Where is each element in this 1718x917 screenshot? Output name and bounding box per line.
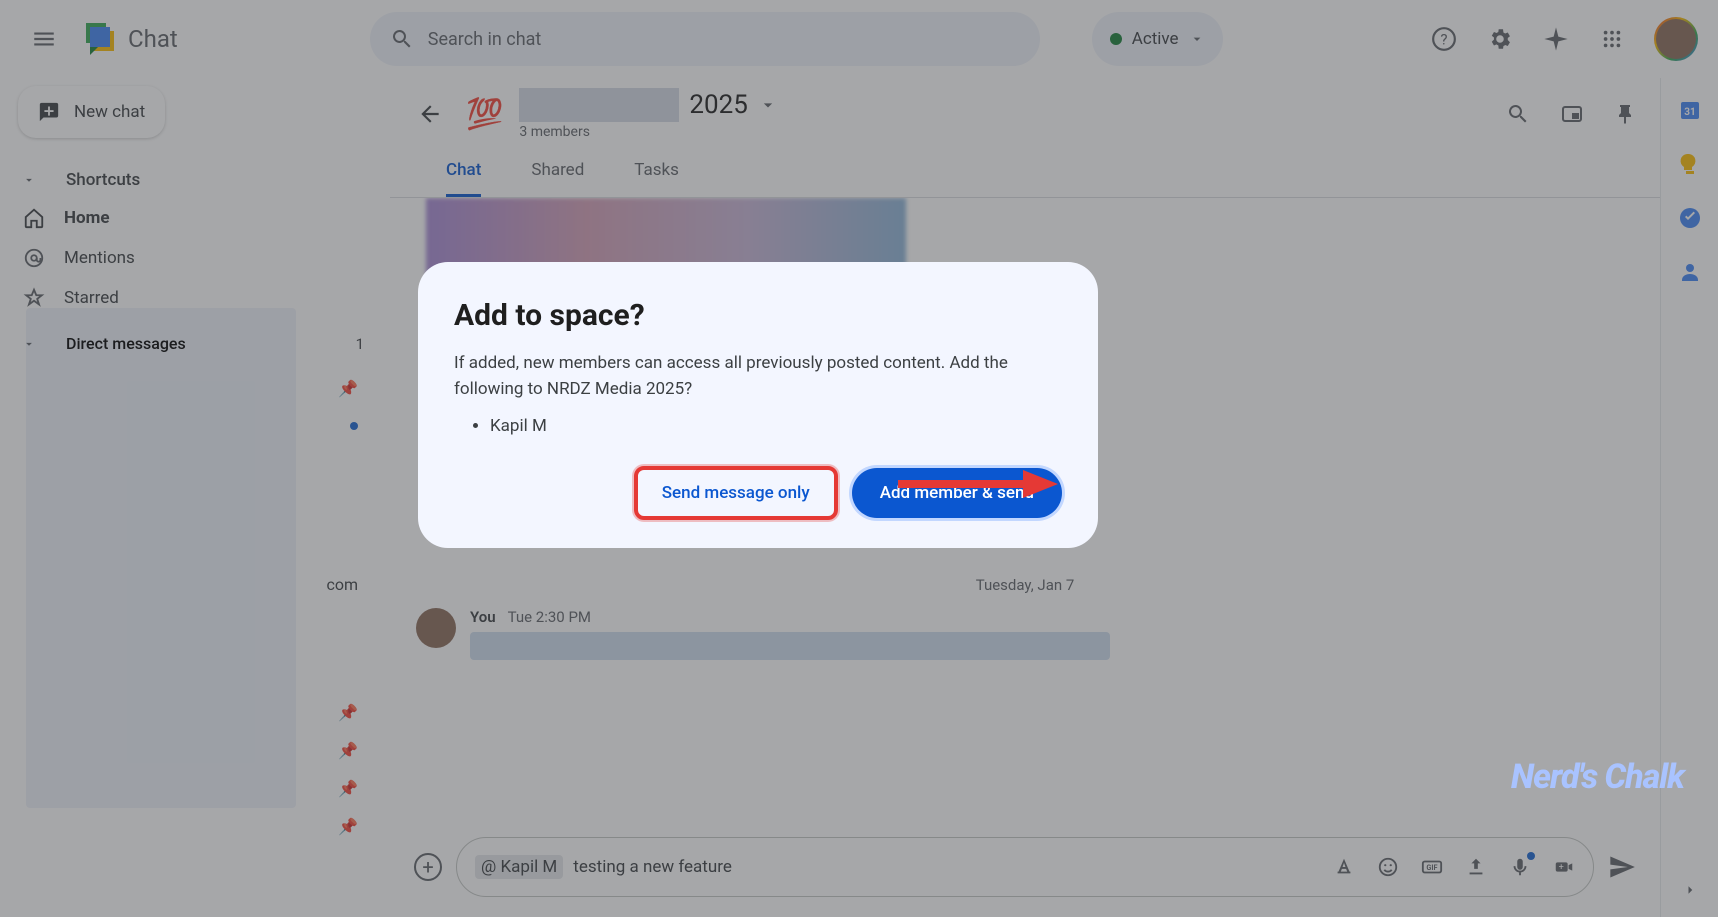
send-message-only-button[interactable]: Send message only	[634, 466, 838, 520]
dialog-title: Add to space?	[454, 298, 1062, 333]
watermark: Nerd's Chalk	[1511, 757, 1684, 797]
modal-overlay[interactable]: Add to space? If added, new members can …	[0, 0, 1718, 917]
annotation-arrow-icon	[898, 464, 1058, 504]
member-item: Kapil M	[490, 416, 1062, 436]
member-list: Kapil M	[490, 416, 1062, 436]
dialog-description: If added, new members can access all pre…	[454, 351, 1062, 402]
add-to-space-dialog: Add to space? If added, new members can …	[418, 262, 1098, 548]
